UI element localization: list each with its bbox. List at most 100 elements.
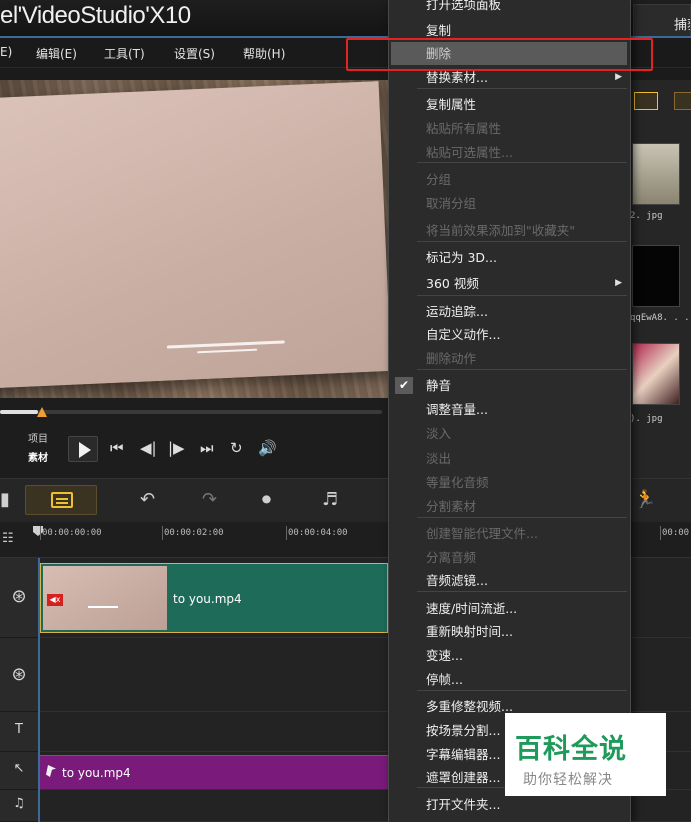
- context-menu-item[interactable]: 速度/时间流逝...: [389, 597, 631, 620]
- context-menu-item-label: 分组: [426, 172, 452, 187]
- context-menu-item[interactable]: 重新映射时间...: [389, 620, 631, 643]
- redo-icon[interactable]: ↷: [202, 489, 217, 511]
- context-menu-item-label: 粘贴可选属性...: [426, 145, 513, 160]
- context-menu-item[interactable]: 打开文件夹...: [389, 793, 631, 816]
- context-menu-item[interactable]: 复制属性: [389, 93, 631, 116]
- context-menu-item-label: 打开选项面板: [426, 0, 502, 12]
- library-thumbnail[interactable]: [632, 343, 680, 405]
- context-menu-item[interactable]: 停帧...: [389, 668, 631, 691]
- context-menu-item-label: 创建智能代理文件...: [426, 526, 538, 541]
- voice-track-icon[interactable]: ↖: [0, 752, 38, 790]
- library-thumbnail[interactable]: [632, 143, 680, 205]
- overlay-track-icon[interactable]: ⊛: [0, 638, 38, 712]
- context-menu-item-label: 标记为 3D...: [426, 250, 497, 265]
- ruler-tick-label: 00:00:02:00: [164, 528, 224, 538]
- app-title: el'VideoStudio'X10: [0, 2, 191, 29]
- audio-clip-name: to you.mp4: [62, 766, 131, 780]
- context-menu-item: 淡入: [389, 422, 631, 445]
- sound-mixer-icon[interactable]: ♬: [322, 489, 338, 511]
- scrub-bar[interactable]: [0, 410, 382, 414]
- context-menu-item[interactable]: 运动追踪...: [389, 300, 631, 323]
- motion-tracking-icon[interactable]: 🏃: [634, 489, 656, 511]
- context-menu-item-label: 字幕编辑器...: [426, 747, 501, 762]
- video-track-icon[interactable]: ⊛: [0, 558, 38, 638]
- library-thumbnail[interactable]: [632, 245, 680, 307]
- context-menu-item-label: 复制: [426, 23, 452, 38]
- record-capture-icon[interactable]: ⏺: [262, 489, 271, 511]
- undo-icon[interactable]: ↶: [140, 489, 155, 511]
- library-video-filter-button[interactable]: [634, 92, 658, 110]
- context-menu-item-label: 分离音频: [426, 550, 477, 565]
- mute-badge: ◀x: [47, 594, 63, 606]
- context-menu-item[interactable]: 静音 ✔: [389, 374, 631, 397]
- tab-capture[interactable]: 捕获: [633, 4, 691, 38]
- ruler-tick: [40, 526, 41, 540]
- context-menu-item-label: 打开文件夹...: [426, 797, 501, 812]
- library-photo-filter-button[interactable]: [674, 92, 691, 110]
- context-menu-item[interactable]: 音频滤镜...: [389, 569, 631, 592]
- watermark-title: 百科全说: [515, 734, 627, 765]
- video-clip-name: to you.mp4: [173, 592, 242, 606]
- audio-clip[interactable]: to you.mp4: [40, 755, 388, 789]
- watermark-subtitle: 助你轻松解决: [523, 772, 613, 788]
- mode-clip-label[interactable]: 素材: [28, 449, 48, 464]
- menu-tools[interactable]: 工具(T): [104, 45, 145, 62]
- play-button[interactable]: [68, 436, 98, 462]
- timeline-view-button[interactable]: [25, 485, 97, 515]
- context-menu-item-label: 删除动作: [426, 351, 477, 366]
- title-track-icon[interactable]: T: [0, 712, 38, 752]
- track-manager-icon[interactable]: ☷: [2, 528, 14, 550]
- context-menu-item: 等量化音频: [389, 471, 631, 494]
- ruler-tick-label: 00:00:04:00: [288, 528, 348, 538]
- context-menu-item: 创建智能代理文件...: [389, 522, 631, 545]
- preview-window[interactable]: [0, 80, 388, 398]
- context-menu-item-label: 调整音量...: [426, 402, 488, 417]
- video-clip[interactable]: ◀x to you.mp4: [40, 563, 388, 633]
- ruler-tick: [286, 526, 287, 540]
- end-icon[interactable]: ⏭: [200, 439, 214, 457]
- context-menu-item[interactable]: 自定义动作...: [389, 323, 631, 346]
- audio-clip-icon: [46, 765, 56, 777]
- context-menu-item[interactable]: 变速...: [389, 644, 631, 667]
- library-item-name: qqEwA8. . .: [630, 313, 690, 323]
- context-menu-item: 粘贴可选属性...: [389, 141, 631, 164]
- context-menu-item-label: 音频滤镜...: [426, 573, 488, 588]
- context-menu-item-label: 分割素材: [426, 499, 477, 514]
- volume-icon[interactable]: 🔊: [258, 439, 277, 457]
- ruler-tick: [162, 526, 163, 540]
- context-menu-item-label: 淡出: [426, 451, 452, 466]
- menu-help[interactable]: 帮助(H): [243, 45, 285, 62]
- previous-frame-icon[interactable]: ◀|: [140, 439, 157, 457]
- context-menu-item[interactable]: 标记为 3D...: [389, 246, 631, 269]
- music-track-icon[interactable]: ♫: [0, 790, 38, 822]
- context-menu-item-label: 自定义动作...: [426, 327, 501, 342]
- context-menu-item[interactable]: 调整音量...: [389, 398, 631, 421]
- context-menu-item-label: 取消分组: [426, 196, 477, 211]
- scrub-handle[interactable]: [37, 407, 47, 417]
- library-panel: 2. jpg qqEwA8. . . ). jpg: [630, 80, 691, 478]
- context-menu-item-label: 速度/时间流逝...: [426, 601, 518, 616]
- paper-line: [197, 348, 258, 354]
- home-icon[interactable]: ⏮: [110, 439, 124, 457]
- menu-edit[interactable]: 编辑(E): [36, 45, 77, 62]
- repeat-icon[interactable]: ↻: [230, 439, 243, 457]
- mode-project-label[interactable]: 项目: [28, 430, 48, 445]
- context-menu-item-label: 多重修整视频...: [426, 699, 513, 714]
- context-menu-item-label: 停帧...: [426, 672, 463, 687]
- context-menu-item-label: 静音: [426, 378, 452, 393]
- menu-settings[interactable]: 设置(S): [174, 45, 215, 62]
- context-menu-item: 分割素材: [389, 495, 631, 518]
- context-menu-item-label: 重新映射时间...: [426, 624, 513, 639]
- menu-file[interactable]: E): [0, 45, 12, 59]
- context-menu-item-label: 按场景分割...: [426, 723, 501, 738]
- context-menu-item: 分离音频: [389, 546, 631, 569]
- watermark-logo: 百科全说 助你轻松解决: [505, 713, 666, 796]
- context-menu-item[interactable]: 360 视频 ▶: [389, 272, 631, 295]
- context-menu-item-label: 替换素材...: [426, 70, 488, 85]
- context-menu-item[interactable]: 打开选项面板: [389, 0, 631, 16]
- storyboard-view-icon[interactable]: ▮: [0, 489, 10, 511]
- next-frame-icon[interactable]: |▶: [168, 439, 185, 457]
- context-menu: 打开选项面板 复制 删除 替换素材... ▶ 复制属性 粘贴所有属性 粘贴可选属性... 分组取…: [388, 0, 631, 822]
- context-menu-item: 将当前效果添加到"收藏夹": [389, 219, 631, 242]
- context-menu-item-label: 变速...: [426, 648, 463, 663]
